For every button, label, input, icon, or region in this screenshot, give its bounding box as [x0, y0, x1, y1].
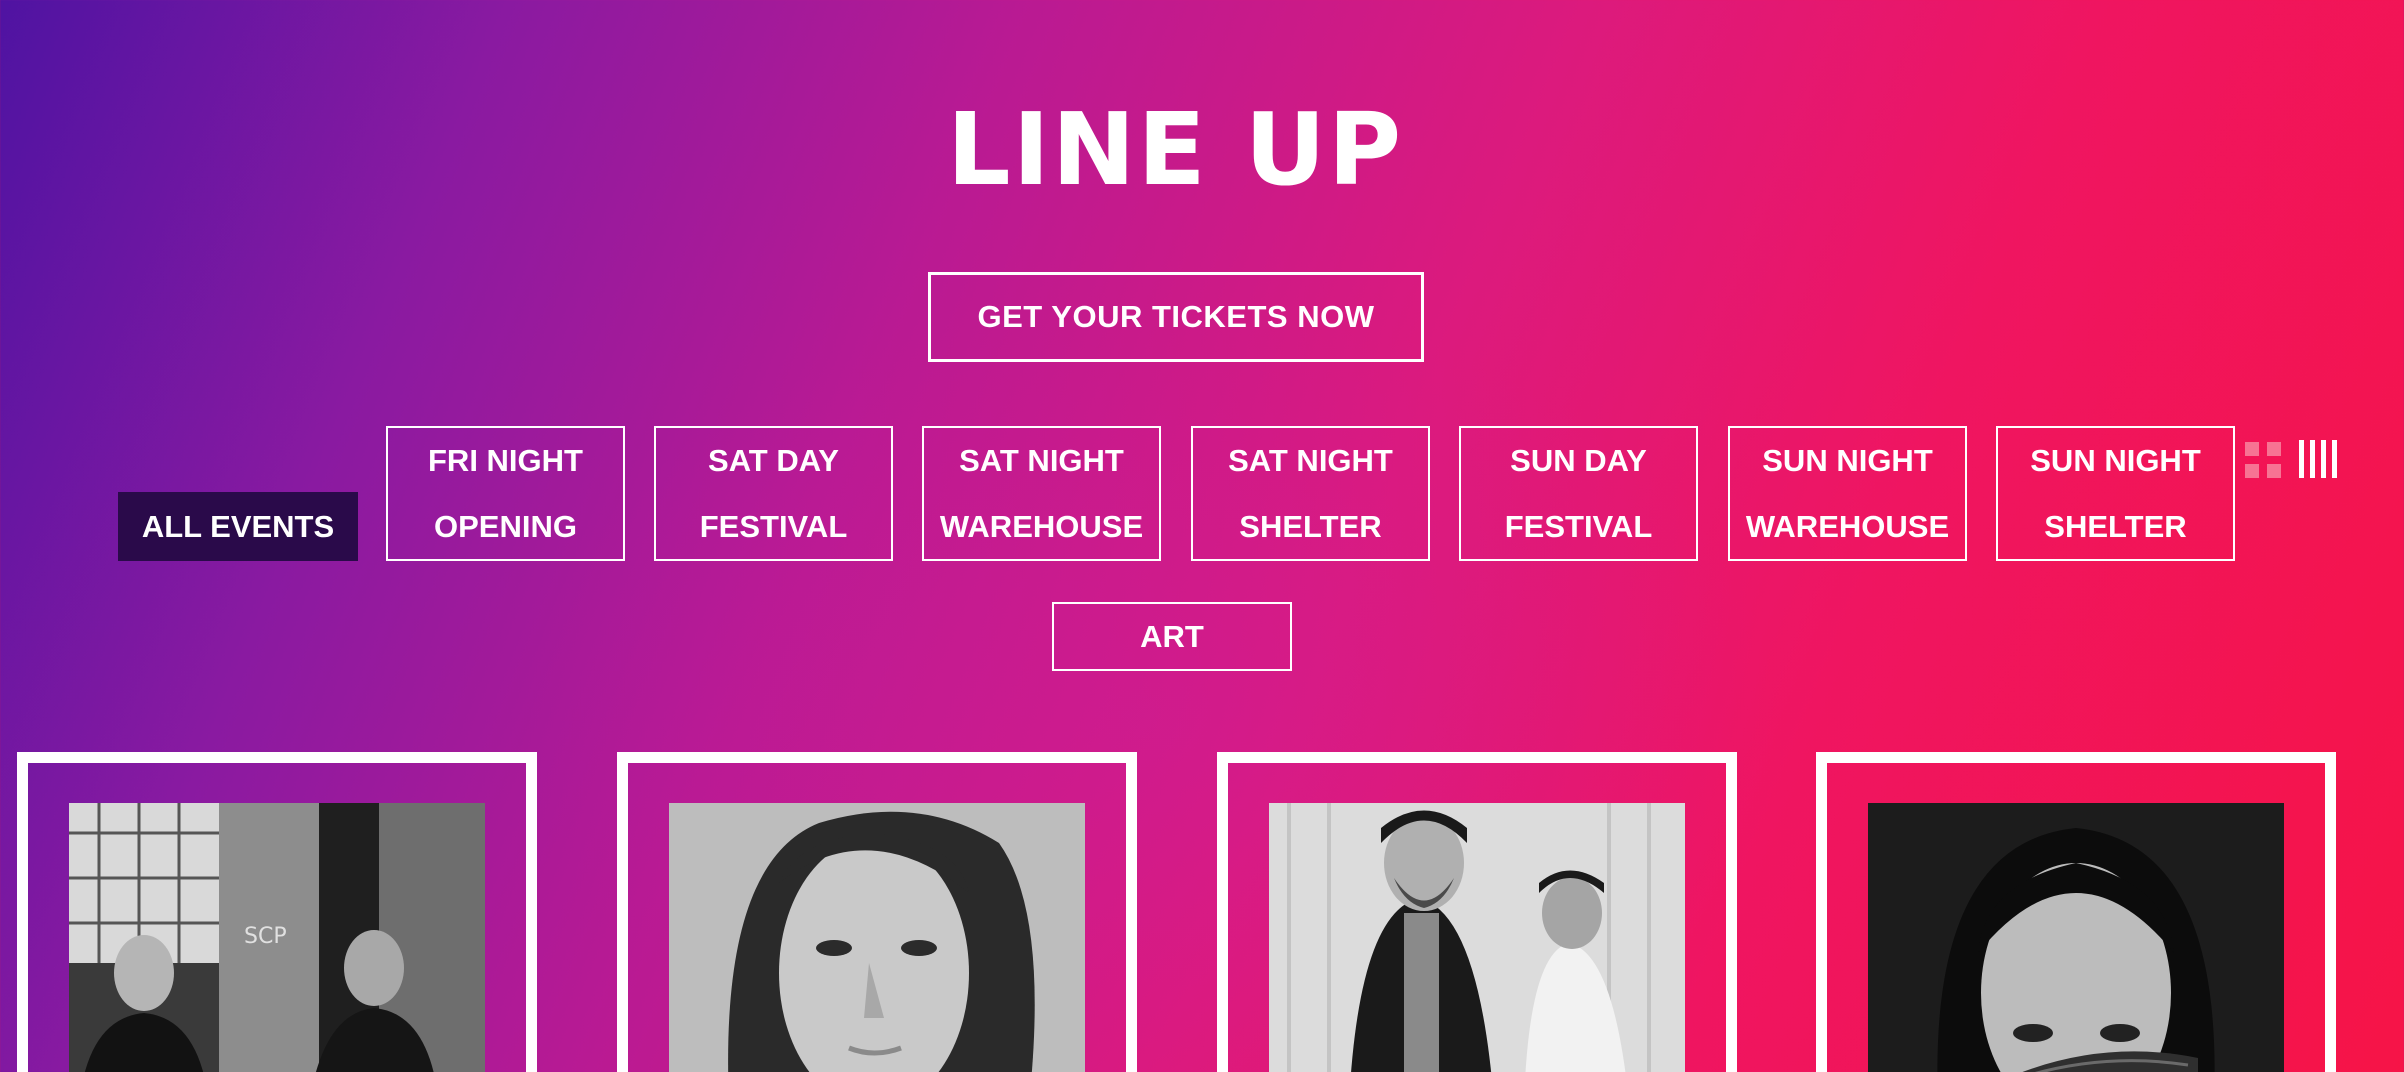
filter-line2: SHELTER	[1239, 508, 1382, 544]
filter-line2: WAREHOUSE	[939, 508, 1144, 544]
filter-line1: SAT NIGHT	[1228, 442, 1393, 478]
artist-card[interactable]	[1217, 752, 1737, 1072]
filter-sat-night-warehouse[interactable]: SAT NIGHT WAREHOUSE	[922, 426, 1161, 561]
filter-line2: FESTIVAL	[1504, 508, 1653, 544]
filter-line2: OPENING	[434, 508, 577, 544]
artist-card[interactable]	[617, 752, 1137, 1072]
filter-line2: WAREHOUSE	[1745, 508, 1950, 544]
filter-sun-day-festival[interactable]: SUN DAY FESTIVAL	[1459, 426, 1698, 561]
filter-line1: SAT DAY	[708, 442, 839, 478]
filter-fri-night-opening[interactable]: FRI NIGHT OPENING	[386, 426, 625, 561]
artist-photo	[1269, 803, 1685, 1072]
artist-photo	[669, 803, 1085, 1072]
filter-sun-night-warehouse[interactable]: SUN NIGHT WAREHOUSE	[1728, 426, 1967, 561]
artist-photo: SCP	[69, 803, 485, 1072]
artist-photo	[1868, 803, 2284, 1072]
svg-text:SCP: SCP	[244, 924, 287, 949]
filter-sat-day-festival[interactable]: SAT DAY FESTIVAL	[654, 426, 893, 561]
grid-view-icon[interactable]	[2245, 442, 2281, 478]
filter-sun-night-shelter[interactable]: SUN NIGHT SHELTER	[1996, 426, 2235, 561]
filter-line1: SUN NIGHT	[1762, 442, 1933, 478]
filter-line1: SAT NIGHT	[959, 442, 1124, 478]
list-view-icon[interactable]	[2299, 440, 2339, 478]
filter-line1: SUN DAY	[1510, 442, 1647, 478]
filter-line1: FRI NIGHT	[428, 442, 583, 478]
filter-line1: SUN NIGHT	[2030, 442, 2201, 478]
filter-all-events[interactable]: ALL EVENTS	[118, 492, 358, 561]
filter-sat-night-shelter[interactable]: SAT NIGHT SHELTER	[1191, 426, 1430, 561]
artist-card[interactable]: SCP	[17, 752, 537, 1072]
page-title: LINE UP	[946, 91, 1404, 208]
get-tickets-button[interactable]: GET YOUR TICKETS NOW	[928, 272, 1424, 362]
filter-line2: FESTIVAL	[699, 508, 848, 544]
artist-card[interactable]	[1816, 752, 2336, 1072]
filter-line2: SHELTER	[2044, 508, 2187, 544]
filter-art[interactable]: ART	[1052, 602, 1292, 671]
